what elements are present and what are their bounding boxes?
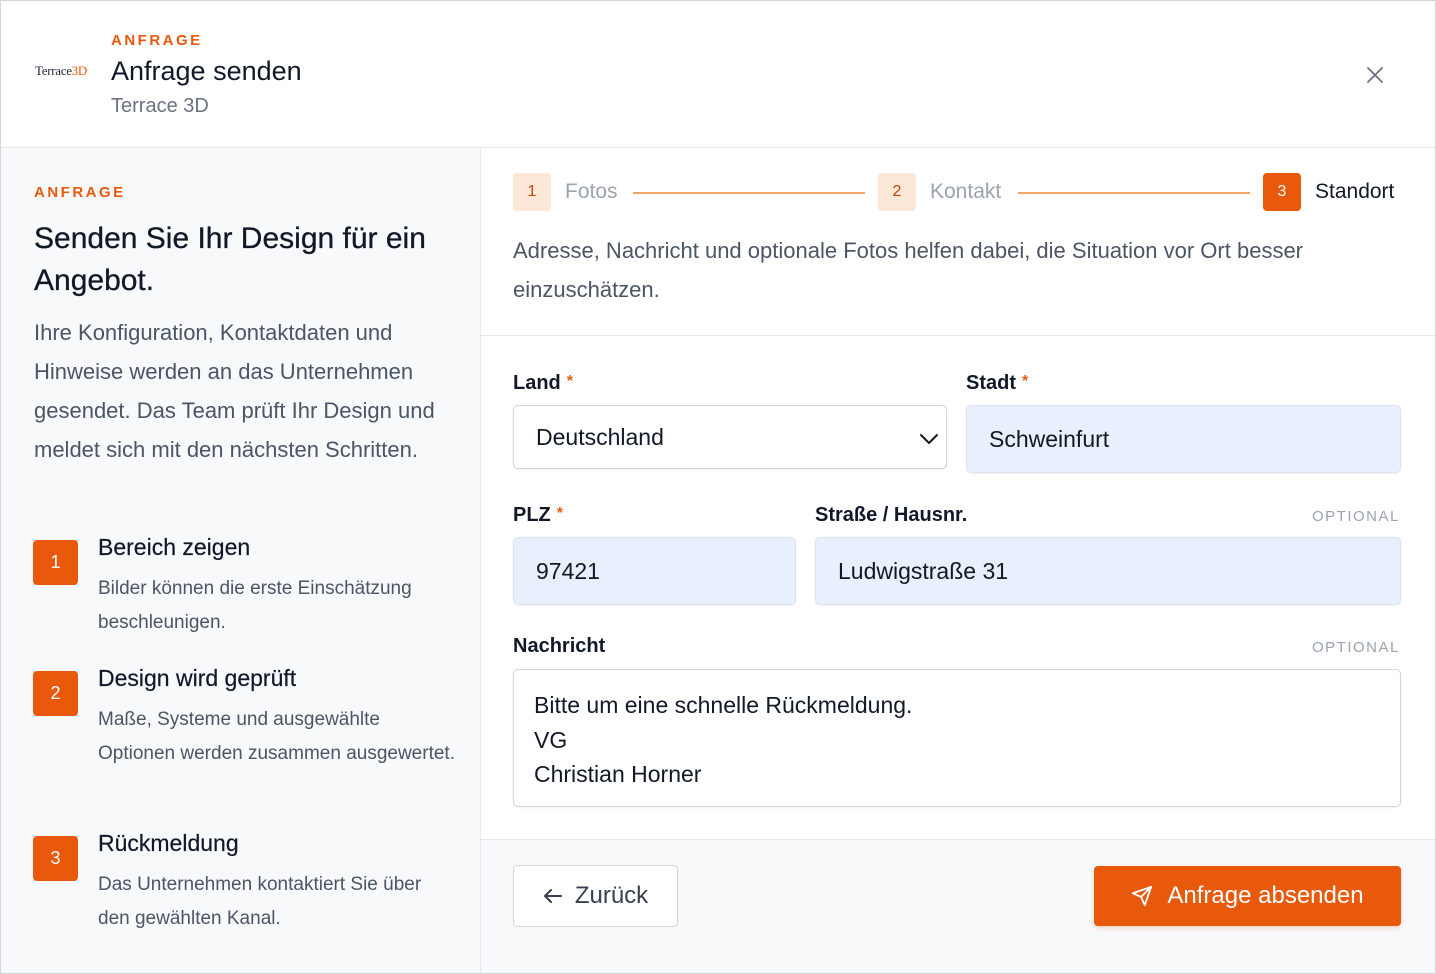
- step-number-badge: 2: [33, 671, 78, 716]
- logo-text: Terrace: [35, 63, 72, 78]
- nachricht-textarea[interactable]: Bitte um eine schnelle Rückmeldung. VG C…: [513, 669, 1401, 807]
- step-description-text: Adresse, Nachricht und optionale Fotos h…: [513, 238, 1304, 302]
- arrow-left-icon: [543, 889, 562, 903]
- optional-hint: OPTIONAL: [1312, 508, 1400, 525]
- back-button-label: Zurück: [574, 882, 649, 909]
- back-button[interactable]: Zurück: [513, 865, 678, 927]
- strasse-label: Straße / Hausnr.: [815, 504, 968, 526]
- stepper-connector: [1018, 192, 1250, 194]
- stepper-step-fotos[interactable]: 1 Fotos: [513, 173, 618, 211]
- step-description: Das Unternehmen kontaktiert Sie über den…: [98, 874, 422, 929]
- stepper-label: Standort: [1315, 180, 1395, 203]
- close-button[interactable]: [1359, 59, 1391, 91]
- company-logo: Terrace3D: [35, 63, 87, 79]
- stepper-label: Kontakt: [930, 180, 1002, 203]
- required-marker: *: [1022, 373, 1029, 390]
- stepper-number: 3: [1263, 173, 1301, 211]
- stepper-connector: [633, 192, 865, 194]
- step-title: Rückmeldung: [98, 830, 239, 856]
- plz-label: PLZ *: [513, 504, 563, 527]
- info-sidebar: ANFRAGE Senden Sie Ihr Design für ein An…: [1, 148, 481, 973]
- stadt-label-text: Stadt: [966, 372, 1016, 394]
- section-divider: [481, 335, 1435, 336]
- message-line: Christian Horner: [534, 761, 702, 787]
- dialog-header: Terrace3D ANFRAGE Anfrage senden Terrace…: [1, 1, 1435, 148]
- stepper-step-standort[interactable]: 3 Standort: [1263, 173, 1394, 211]
- step-number-badge: 1: [33, 540, 78, 585]
- dialog-title: Anfrage senden: [111, 56, 302, 86]
- plz-label-text: PLZ: [513, 504, 551, 526]
- header-eyebrow: ANFRAGE: [111, 32, 203, 49]
- land-label: Land *: [513, 372, 573, 395]
- submit-button-label: Anfrage absenden: [1167, 882, 1364, 909]
- close-icon: [1367, 67, 1383, 83]
- submit-request-button[interactable]: Anfrage absenden: [1094, 866, 1401, 926]
- logo-accent-text: 3D: [71, 63, 88, 78]
- step-title: Bereich zeigen: [98, 534, 251, 560]
- strasse-input-value: Ludwigstraße 31: [838, 557, 1009, 584]
- progress-stepper: 1 Fotos 2 Kontakt 3 Standort: [513, 173, 1401, 213]
- stadt-input-value: Schweinfurt: [989, 425, 1110, 452]
- stadt-input[interactable]: Schweinfurt: [966, 405, 1401, 473]
- stepper-number: 2: [878, 173, 916, 211]
- message-line: VG: [534, 726, 568, 753]
- stepper-step-kontakt[interactable]: 2 Kontakt: [878, 173, 1001, 211]
- land-select-value: Deutschland: [536, 423, 664, 450]
- dialog-subtitle: Terrace 3D: [111, 95, 209, 117]
- step-number-badge: 3: [33, 836, 78, 881]
- optional-hint: OPTIONAL: [1312, 639, 1400, 656]
- plz-input[interactable]: 97421: [513, 537, 796, 605]
- nachricht-label: Nachricht: [513, 635, 606, 657]
- strasse-input[interactable]: Ludwigstraße 31: [815, 537, 1401, 605]
- stepper-number: 1: [513, 173, 551, 211]
- land-label-text: Land: [513, 372, 561, 394]
- step-title: Design wird geprüft: [98, 665, 297, 691]
- sidebar-intro: Ihre Konfiguration, Kontaktdaten und Hin…: [34, 320, 435, 462]
- sidebar-heading: Senden Sie Ihr Design für ein Angebot.: [34, 222, 426, 297]
- stepper-label: Fotos: [565, 180, 618, 203]
- chevron-down-icon: [920, 434, 938, 444]
- step-description: Bilder können die erste Einschätzung bes…: [98, 578, 412, 633]
- required-marker: *: [566, 373, 574, 390]
- step-description: Maße, Systeme und ausgewählte Optionen w…: [98, 709, 455, 764]
- sidebar-eyebrow: ANFRAGE: [34, 184, 126, 201]
- land-select[interactable]: Deutschland: [513, 405, 947, 469]
- plz-input-value: 97421: [536, 557, 600, 584]
- message-line: Bitte um eine schnelle Rückmeldung.: [534, 692, 913, 718]
- send-icon: [1132, 885, 1153, 907]
- required-marker: *: [556, 505, 564, 522]
- stadt-label: Stadt *: [966, 372, 1028, 395]
- request-dialog: Terrace3D ANFRAGE Anfrage senden Terrace…: [0, 0, 1436, 974]
